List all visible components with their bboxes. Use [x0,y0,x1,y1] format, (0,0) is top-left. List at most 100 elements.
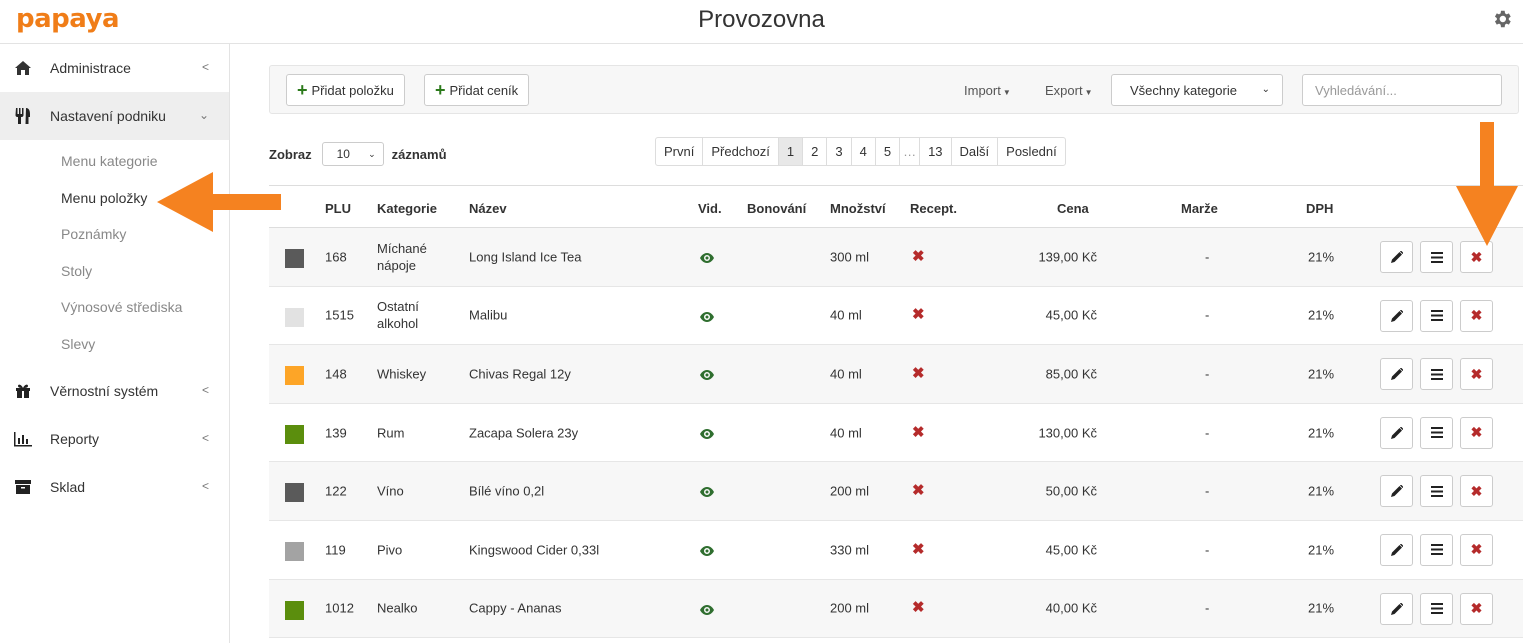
cell-quantity: 200 ml [830,600,870,616]
sidebar-item-label: Reporty [50,431,100,447]
cell-name: Cappy - Ananas [469,600,562,616]
page-2[interactable]: 2 [802,138,826,165]
delete-button[interactable]: ✖ [1460,475,1493,508]
category-line-2: nápoje [377,257,417,273]
edit-button[interactable] [1380,358,1413,391]
page-next[interactable]: Další [950,138,998,165]
sidebar-item-sklad[interactable]: Sklad < [0,463,229,511]
sidebar-item-label: Věrnostní systém [50,383,159,399]
page-length-select[interactable]: 10 ⌄ [321,142,384,166]
delete-button[interactable]: ✖ [1460,533,1493,566]
header-price[interactable]: Cena [1057,201,1089,216]
page-4[interactable]: 4 [850,138,875,165]
add-item-button[interactable]: + Přidat položku [286,74,405,106]
edit-button[interactable] [1380,533,1413,566]
gear-icon[interactable] [1491,8,1513,30]
pencil-icon [1390,251,1403,263]
header-visible[interactable]: Vid. [698,201,722,216]
eye-icon[interactable] [700,367,714,381]
sidebar-item-label: Nastavení podniku [50,108,166,124]
export-dropdown[interactable]: Export ▼ [1045,83,1093,98]
list-icon [1430,251,1443,263]
eye-icon[interactable] [700,484,714,498]
list-icon [1430,485,1443,497]
sidebar-item-administrace[interactable]: Administrace < [0,44,229,92]
delete-button[interactable]: ✖ [1460,241,1493,273]
header-plu[interactable]: PLU [325,201,351,216]
delete-button[interactable]: ✖ [1460,358,1493,391]
cell-category: Rum [377,424,404,441]
eye-icon[interactable] [700,309,714,322]
table-row[interactable]: 122 Víno Bílé víno 0,2l 200 ml ✖ 50,00 Kč - 21%… [269,462,1523,521]
table-row[interactable]: 119 Pivo Kingswood Cider 0,33l 330 ml ✖ 45,00… [269,521,1523,580]
header-bonovani[interactable]: Bonování [747,201,806,216]
list-icon [1430,310,1443,322]
page-title: Provozovna [698,6,825,33]
sidebar-item-vernostni-system[interactable]: Věrnostní systém < [0,367,229,415]
table-row[interactable]: 139 Rum Zacapa Solera 23y 40 ml ✖ 130,00 Kč - 2… [269,404,1523,463]
category-line-1: Nealko [377,600,418,616]
category-color-swatch [285,249,304,268]
eye-icon[interactable] [700,543,714,556]
page-13[interactable]: 13 [919,138,950,165]
chevron-down-icon: ⌄ [1261,84,1270,95]
submenu-item-poznamky[interactable]: Poznámky [0,216,229,253]
add-item-label: Přidat položku [311,82,394,98]
submenu-item-menu-kategorie[interactable]: Menu kategorie [0,143,229,180]
detail-button[interactable] [1420,475,1453,508]
import-label: Import [964,83,1001,98]
submenu-item-vynosove-strediska[interactable]: Výnosové střediska [0,289,229,326]
eye-icon[interactable] [700,426,714,439]
detail-button[interactable] [1420,241,1453,273]
add-pricelist-button[interactable]: + Přidat ceník [424,74,530,106]
edit-button[interactable] [1380,592,1413,625]
eye-icon[interactable] [700,250,714,263]
chevron-down-icon: ⌄ [368,149,376,159]
eye-icon[interactable] [700,602,714,615]
submenu-item-slevy[interactable]: Slevy [0,326,229,363]
page-last[interactable]: Poslední [997,138,1065,165]
close-icon: ✖ [1470,248,1483,265]
page-5[interactable]: 5 [874,138,899,165]
edit-button[interactable] [1380,475,1413,508]
detail-button[interactable] [1420,416,1453,449]
import-dropdown[interactable]: Import ▼ [964,83,1011,98]
table-row[interactable]: 168 Míchané nápoje Long Island Ice Tea 300 m… [269,228,1523,287]
page-previous[interactable]: Předchozí [702,138,778,165]
table-header: PLU Kategorie Název Vid. Bonování Množst… [269,185,1523,228]
cell-name: Zacapa Solera 23y [469,425,579,441]
detail-button[interactable] [1420,592,1453,625]
detail-button[interactable] [1420,358,1453,391]
close-icon: ✖ [1470,424,1483,441]
edit-button[interactable] [1380,299,1413,332]
table-row[interactable]: 1515 Ostatní alkohol Malibu 40 ml ✖ 45,00 Kč - 2… [269,287,1523,346]
detail-button[interactable] [1420,533,1453,566]
submenu-item-menu-polozky[interactable]: Menu položky [0,180,229,217]
submenu-item-stoly[interactable]: Stoly [0,253,229,290]
page-first[interactable]: První [656,138,702,165]
sidebar-item-nastaveni-podniku[interactable]: Nastavení podniku ⌄ [0,92,229,140]
header-vat[interactable]: DPH [1306,201,1333,216]
sidebar-item-reporty[interactable]: Reporty < [0,415,229,463]
header-recept[interactable]: Recept. [910,201,957,216]
table-row[interactable]: 1012 Nealko Cappy - Ananas 200 ml ✖ 40,00 Kč -… [269,579,1523,639]
detail-button[interactable] [1420,299,1453,332]
edit-button[interactable] [1380,416,1413,449]
edit-button[interactable] [1380,241,1413,273]
search-input[interactable]: Vyhledávání... [1302,74,1502,106]
category-color-swatch [285,424,304,444]
page-3[interactable]: 3 [826,138,850,165]
delete-button[interactable]: ✖ [1460,416,1493,449]
page-1[interactable]: 1 [777,138,803,165]
list-icon [1430,544,1443,556]
delete-button[interactable]: ✖ [1460,299,1493,332]
pencil-icon [1390,543,1403,556]
header-margin[interactable]: Marže [1181,201,1218,216]
header-name[interactable]: Název [469,201,507,216]
delete-button[interactable]: ✖ [1460,592,1493,625]
header-category[interactable]: Kategorie [377,201,437,216]
header-quantity[interactable]: Množství [830,201,886,216]
table-row[interactable]: 148 Whiskey Chivas Regal 12y 40 ml ✖ 85,00 Kč… [269,345,1523,404]
page-length-control: Zobraz 10 ⌄ záznamů [269,142,447,166]
category-select[interactable]: Všechny kategorie ⌄ [1111,74,1283,106]
